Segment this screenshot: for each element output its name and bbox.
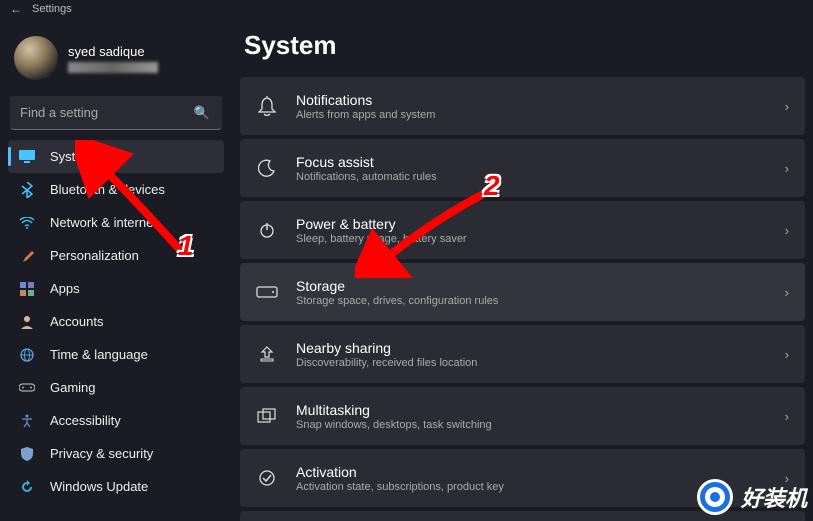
card-subtitle: Notifications, automatic rules xyxy=(296,171,767,183)
sidebar-item-label: System xyxy=(50,149,93,164)
check-circle-icon xyxy=(256,467,278,489)
card-multitasking[interactable]: Multitasking Snap windows, desktops, tas… xyxy=(240,387,805,445)
chevron-right-icon: › xyxy=(785,99,789,114)
bluetooth-icon xyxy=(18,181,36,199)
watermark-logo-icon xyxy=(697,479,733,515)
card-subtitle: Alerts from apps and system xyxy=(296,109,767,121)
annotation-number-2: 2 xyxy=(484,170,500,202)
card-notifications[interactable]: Notifications Alerts from apps and syste… xyxy=(240,77,805,135)
drive-icon xyxy=(256,281,278,303)
sidebar-item-label: Network & internet xyxy=(50,215,157,230)
watermark: 好装机 xyxy=(697,479,807,515)
accessibility-icon xyxy=(18,412,36,430)
update-icon xyxy=(18,478,36,496)
sidebar-item-label: Privacy & security xyxy=(50,446,153,461)
chevron-right-icon: › xyxy=(785,223,789,238)
sidebar-item-system[interactable]: System xyxy=(8,140,224,173)
card-subtitle: Discoverability, received files location xyxy=(296,357,767,369)
bell-icon xyxy=(256,95,278,117)
sidebar-item-accessibility[interactable]: Accessibility xyxy=(8,404,224,437)
sidebar-item-time-language[interactable]: Time & language xyxy=(8,338,224,371)
apps-icon xyxy=(18,280,36,298)
card-title: Storage xyxy=(296,278,767,294)
profile-name: syed sadique xyxy=(68,44,158,59)
sidebar-nav: System Bluetooth & devices Network & int… xyxy=(4,140,228,503)
card-focus-assist[interactable]: Focus assist Notifications, automatic ru… xyxy=(240,139,805,197)
card-title: Notifications xyxy=(296,92,767,108)
card-title: Activation xyxy=(296,464,767,480)
card-title: Nearby sharing xyxy=(296,340,767,356)
card-title: Focus assist xyxy=(296,154,767,170)
sidebar-item-bluetooth[interactable]: Bluetooth & devices xyxy=(8,173,224,206)
globe-icon xyxy=(18,346,36,364)
chevron-right-icon: › xyxy=(785,161,789,176)
person-icon xyxy=(18,313,36,331)
sidebar-item-label: Windows Update xyxy=(50,479,148,494)
search-input[interactable] xyxy=(10,96,222,130)
brush-icon xyxy=(18,247,36,265)
card-title: Power & battery xyxy=(296,216,767,232)
sidebar-item-label: Bluetooth & devices xyxy=(50,182,165,197)
sidebar-item-label: Accessibility xyxy=(50,413,121,428)
main-content: System Notifications Alerts from apps an… xyxy=(232,18,813,521)
sidebar-item-accounts[interactable]: Accounts xyxy=(8,305,224,338)
watermark-text: 好装机 xyxy=(741,481,807,513)
sidebar-item-label: Accounts xyxy=(50,314,103,329)
multitask-icon xyxy=(256,405,278,427)
titlebar: ← Settings xyxy=(0,0,813,18)
sidebar-item-label: Personalization xyxy=(50,248,139,263)
profile-email-redacted xyxy=(68,62,158,73)
card-title: Multitasking xyxy=(296,402,767,418)
card-power-battery[interactable]: Power & battery Sleep, battery usage, ba… xyxy=(240,201,805,259)
chevron-right-icon: › xyxy=(785,347,789,362)
sidebar-item-label: Gaming xyxy=(50,380,96,395)
sidebar-item-windows-update[interactable]: Windows Update xyxy=(8,470,224,503)
card-subtitle: Snap windows, desktops, task switching xyxy=(296,419,767,431)
shield-icon xyxy=(18,445,36,463)
game-icon xyxy=(18,379,36,397)
chevron-right-icon: › xyxy=(785,285,789,300)
power-icon xyxy=(256,219,278,241)
window-title: Settings xyxy=(32,3,72,15)
card-subtitle: Sleep, battery usage, battery saver xyxy=(296,233,767,245)
sidebar-item-label: Apps xyxy=(50,281,80,296)
wifi-icon xyxy=(18,214,36,232)
moon-icon xyxy=(256,157,278,179)
card-storage[interactable]: Storage Storage space, drives, configura… xyxy=(240,263,805,321)
monitor-icon xyxy=(18,148,36,166)
chevron-right-icon: › xyxy=(785,409,789,424)
sidebar-item-label: Time & language xyxy=(50,347,148,362)
page-title: System xyxy=(240,30,805,61)
back-icon[interactable]: ← xyxy=(10,2,22,16)
card-subtitle: Storage space, drives, configuration rul… xyxy=(296,295,767,307)
search-icon: 🔍 xyxy=(194,105,210,121)
share-icon xyxy=(256,343,278,365)
sidebar: syed sadique 🔍 System Bluetooth & device… xyxy=(0,18,232,521)
user-profile[interactable]: syed sadique xyxy=(4,26,228,92)
card-nearby-sharing[interactable]: Nearby sharing Discoverability, received… xyxy=(240,325,805,383)
sidebar-item-apps[interactable]: Apps xyxy=(8,272,224,305)
annotation-number-1: 1 xyxy=(178,230,194,262)
sidebar-item-privacy[interactable]: Privacy & security xyxy=(8,437,224,470)
avatar xyxy=(14,36,58,80)
sidebar-item-gaming[interactable]: Gaming xyxy=(8,371,224,404)
